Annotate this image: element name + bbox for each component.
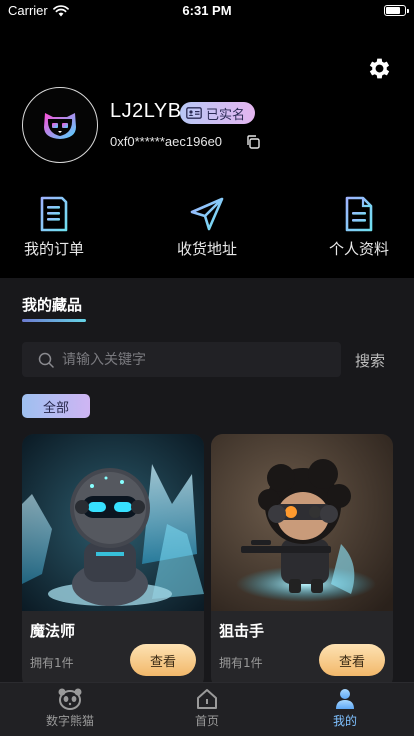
bottom-tab-bar: 数字熊猫 首页 我的 (0, 682, 414, 736)
settings-button[interactable] (366, 55, 393, 82)
collection-panel: 我的藏品 搜索 全部 (0, 278, 414, 682)
username: LJ2LYB (110, 100, 182, 122)
profile-document-icon (345, 196, 373, 232)
card-owned-count: 拥有1件 (219, 656, 263, 670)
battery-icon (384, 5, 409, 16)
search-input[interactable] (62, 351, 322, 368)
shipping-address-label: 收货地址 (176, 240, 237, 258)
verified-badge: 已实名 (180, 102, 256, 124)
tab-home[interactable]: 首页 (157, 687, 257, 729)
collection-title-underline (22, 319, 86, 322)
copy-icon (247, 135, 260, 149)
magician-figure-image (22, 434, 204, 611)
card-name: 狙击手 (219, 622, 265, 640)
collection-title: 我的藏品 (22, 296, 83, 314)
panda-logo-icon (44, 113, 76, 139)
tab-mine[interactable]: 我的 (295, 687, 395, 729)
location-arrow-icon (190, 197, 224, 231)
shipping-address-button[interactable]: 收货地址 (157, 196, 257, 259)
view-button[interactable]: 查看 (319, 644, 385, 676)
my-orders-button[interactable]: 我的订单 (4, 196, 104, 259)
verified-label: 已实名 (206, 107, 246, 123)
status-time: 6:31 PM (182, 3, 232, 18)
tab-label: 我的 (332, 714, 357, 728)
copy-address-button[interactable] (245, 134, 261, 150)
order-document-icon (40, 196, 68, 232)
collection-card-magician[interactable]: 魔法师 拥有1件 查看 (22, 434, 204, 682)
card-name: 魔法师 (30, 622, 76, 640)
avatar[interactable] (22, 87, 98, 163)
status-bar: Carrier 6:31 PM (0, 0, 414, 22)
sniper-figure-image (211, 434, 393, 611)
home-icon (197, 689, 217, 709)
search-box (22, 342, 341, 377)
id-card-icon (186, 107, 202, 119)
gear-icon (369, 58, 390, 79)
card-owned-count: 拥有1件 (30, 656, 74, 670)
my-orders-label: 我的订单 (23, 240, 84, 258)
search-button[interactable]: 搜索 (355, 350, 385, 371)
profile-info-button[interactable]: 个人资料 (309, 196, 409, 259)
tab-digital-panda[interactable]: 数字熊猫 (20, 687, 120, 729)
view-button[interactable]: 查看 (130, 644, 196, 676)
tab-label: 首页 (194, 714, 219, 728)
profile-info-label: 个人资料 (328, 240, 389, 258)
search-icon (38, 352, 54, 368)
filter-all-chip[interactable]: 全部 (22, 394, 90, 418)
collection-card-sniper[interactable]: 狙击手 拥有1件 查看 (211, 434, 393, 682)
wallet-address: 0xf0******aec196e0 (110, 134, 223, 149)
user-icon (336, 689, 354, 709)
panda-icon (58, 688, 82, 710)
tab-label: 数字熊猫 (45, 714, 94, 728)
